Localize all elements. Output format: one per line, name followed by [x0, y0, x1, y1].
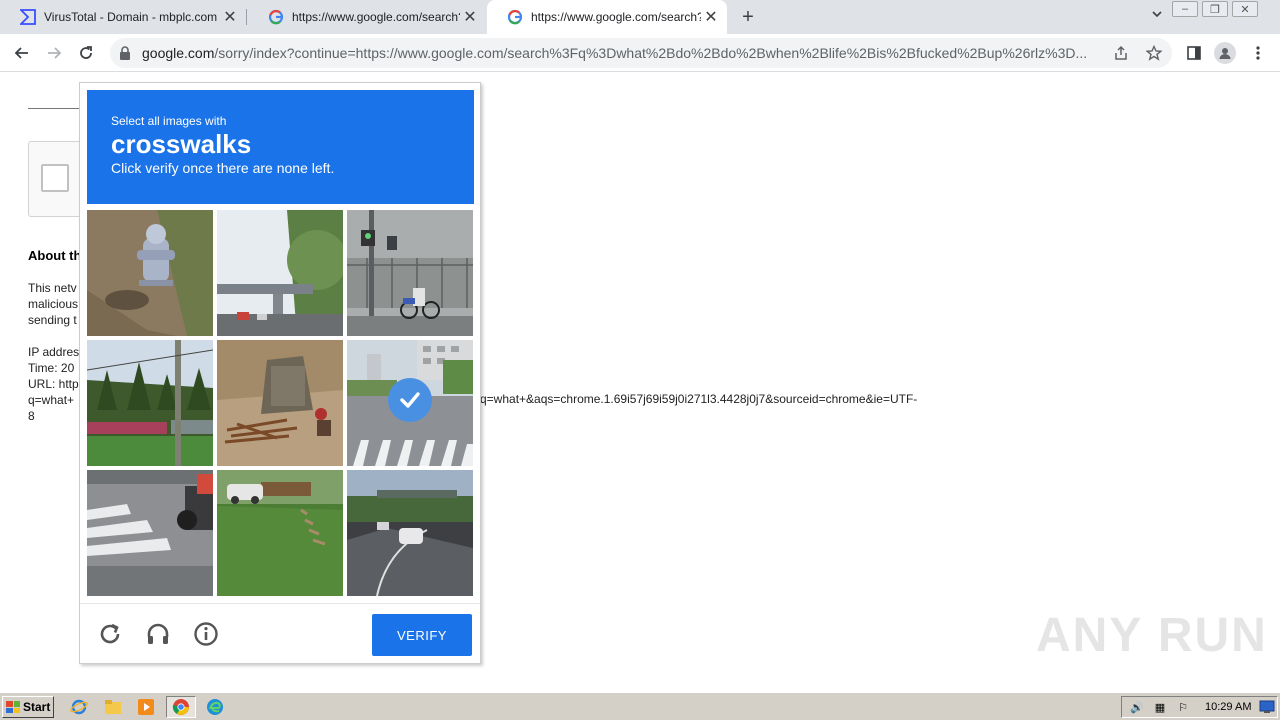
url-query-text: 8 — [28, 409, 35, 423]
tab-search-chevron-icon[interactable] — [1151, 8, 1163, 23]
media-player-icon[interactable] — [137, 698, 155, 716]
image-tile-9[interactable] — [347, 470, 473, 596]
window-controls: – ❐ ✕ — [1170, 0, 1260, 18]
virustotal-icon — [20, 9, 36, 25]
time-text: Time: 20 — [28, 361, 75, 375]
verify-button[interactable]: VERIFY — [372, 614, 472, 656]
tab-title: https://www.google.com/search?q= — [531, 10, 701, 24]
back-arrow-icon[interactable] — [10, 41, 34, 65]
tab-strip: VirusTotal - Domain - mbplc.com ✕ https:… — [0, 0, 1280, 34]
tab-divider — [246, 9, 247, 25]
tab-virustotal[interactable]: VirusTotal - Domain - mbplc.com ✕ — [0, 0, 246, 34]
start-button[interactable]: Start — [2, 696, 54, 718]
ip-address-text: IP addres — [28, 345, 80, 359]
image-tile-5[interactable] — [217, 340, 343, 466]
close-window-icon[interactable]: ✕ — [1232, 1, 1258, 17]
profile-avatar[interactable] — [1213, 41, 1237, 65]
google-icon — [507, 9, 523, 25]
google-icon — [268, 9, 284, 25]
info-text: malicious — [28, 297, 79, 311]
internet-explorer-icon[interactable] — [70, 698, 88, 716]
tab-google-search-2[interactable]: https://www.google.com/search?q= ✕ — [487, 0, 727, 34]
challenge-footer: VERIFY — [80, 603, 480, 664]
taskbar: Start 🔊 ▦ ⚐ 10:29 AM — [0, 692, 1280, 720]
recaptcha-checkbox[interactable] — [41, 164, 69, 192]
selected-checkmark-icon — [388, 378, 432, 422]
forward-arrow-icon[interactable] — [42, 41, 66, 65]
tab-title: VirusTotal - Domain - mbplc.com — [44, 10, 218, 24]
recaptcha-challenge-dialog: Select all images with crosswalks Click … — [79, 82, 481, 664]
minimize-icon[interactable]: – — [1172, 1, 1198, 17]
file-explorer-icon[interactable] — [104, 698, 122, 716]
image-tile-6[interactable] — [347, 340, 473, 466]
close-icon[interactable]: ✕ — [220, 7, 240, 27]
tab-title: https://www.google.com/search?q= — [292, 10, 460, 24]
lock-icon[interactable] — [119, 46, 133, 60]
network-icon[interactable]: ▦ — [1152, 699, 1168, 715]
clock: 10:29 AM — [1205, 701, 1252, 713]
url-text: google.com/sorry/index?continue=https://… — [142, 45, 1088, 61]
anyrun-watermark: ANY RUN — [1036, 609, 1268, 662]
info-text: sending t — [28, 313, 77, 327]
windows-flag-icon — [6, 701, 20, 713]
reload-challenge-icon[interactable] — [96, 620, 124, 648]
image-tile-8[interactable] — [217, 470, 343, 596]
system-tray: 🔊 ▦ ⚐ 10:29 AM — [1121, 696, 1278, 718]
volume-icon[interactable]: 🔊 — [1129, 699, 1145, 715]
image-tile-3[interactable] — [347, 210, 473, 336]
url-label-text: URL: http — [28, 377, 79, 391]
close-icon[interactable]: ✕ — [460, 7, 480, 27]
info-icon[interactable] — [192, 620, 220, 648]
edge-icon[interactable] — [206, 698, 224, 716]
share-icon[interactable] — [1111, 43, 1131, 63]
instruction-text: Select all images with — [111, 114, 227, 128]
image-tile-2[interactable] — [217, 210, 343, 336]
profile-icon — [1214, 42, 1236, 64]
new-tab-button[interactable]: + — [737, 6, 759, 28]
challenge-header: Select all images with crosswalks Click … — [87, 90, 474, 204]
reload-icon[interactable] — [74, 41, 98, 65]
action-center-flag-icon[interactable]: ⚐ — [1175, 699, 1191, 715]
address-bar[interactable]: google.com/sorry/index?continue=https://… — [110, 38, 1172, 68]
restore-icon[interactable]: ❐ — [1202, 1, 1228, 17]
info-text: This netv — [28, 281, 77, 295]
close-icon[interactable]: ✕ — [701, 7, 721, 27]
image-grid — [87, 210, 474, 597]
url-query-tail: q=what+&aqs=chrome.1.69i57j69i59j0i271l3… — [480, 392, 918, 406]
image-tile-4[interactable] — [87, 340, 213, 466]
chrome-taskbar-icon[interactable] — [166, 696, 196, 718]
show-desktop-icon[interactable] — [1259, 699, 1275, 715]
tab-google-search-1[interactable]: https://www.google.com/search?q= ✕ — [248, 0, 486, 34]
url-query-text: q=what+ — [28, 393, 75, 407]
bookmark-star-icon[interactable] — [1144, 43, 1164, 63]
audio-challenge-icon[interactable] — [144, 620, 172, 648]
side-panel-icon[interactable] — [1182, 41, 1206, 65]
challenge-target: crosswalks — [111, 129, 252, 159]
browser-toolbar: google.com/sorry/index?continue=https://… — [0, 34, 1280, 72]
kebab-menu-icon[interactable] — [1246, 41, 1270, 65]
about-heading: About th — [28, 248, 82, 263]
image-tile-1[interactable] — [87, 210, 213, 336]
image-tile-7[interactable] — [87, 470, 213, 596]
start-label: Start — [23, 700, 51, 714]
challenge-hint: Click verify once there are none left. — [111, 160, 335, 176]
